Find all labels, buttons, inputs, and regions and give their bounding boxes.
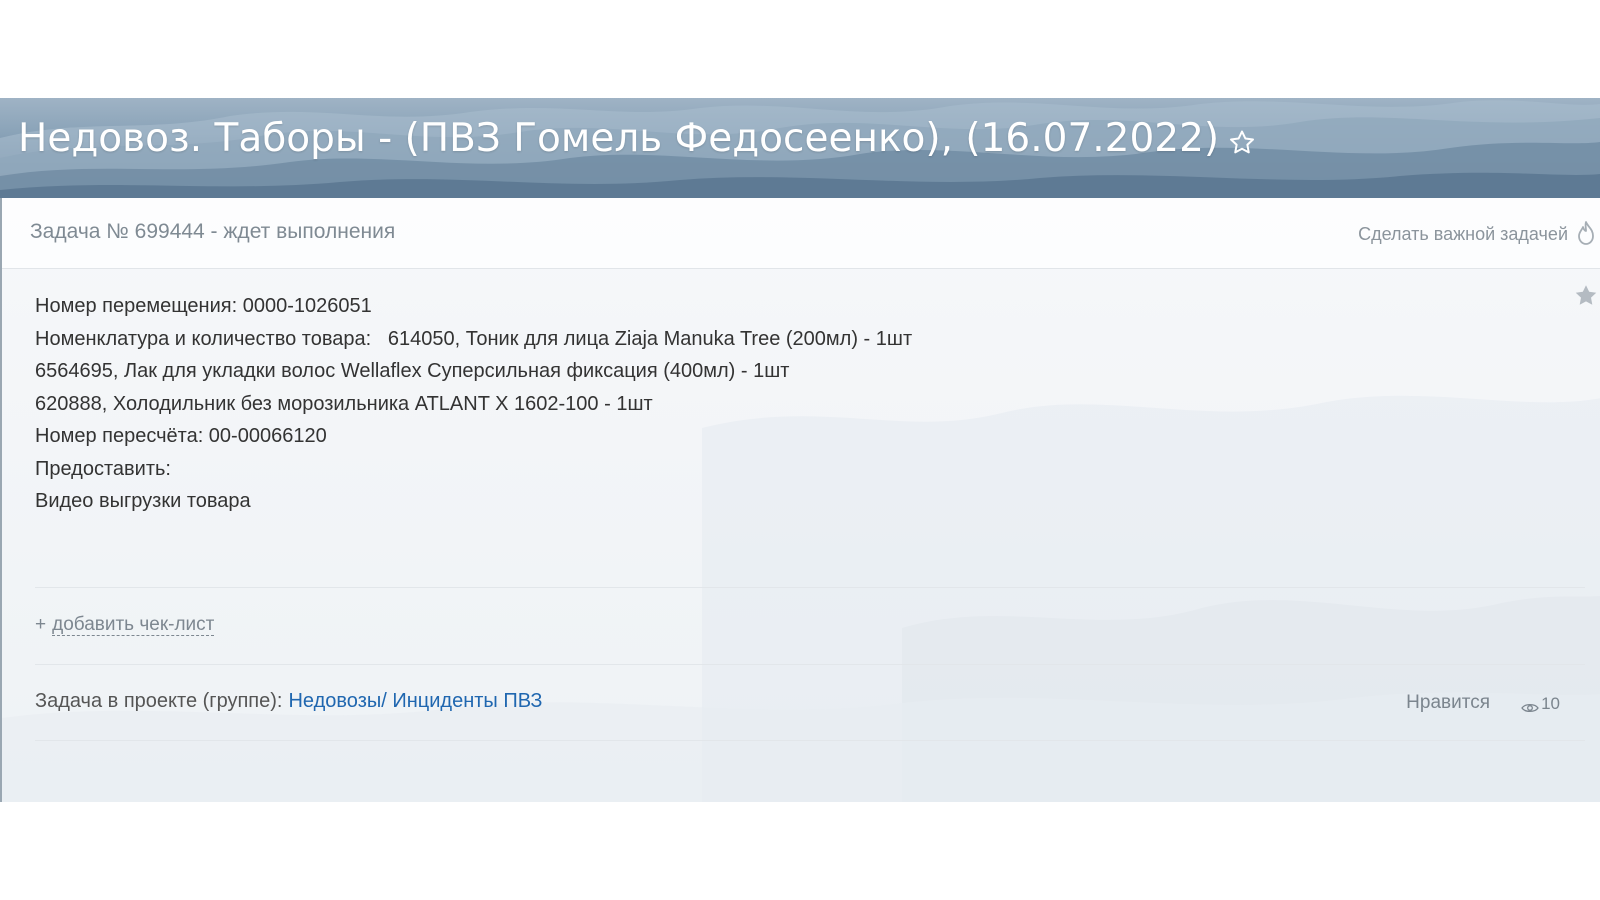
project-row: Задача в проекте (группе): Недовозы/ Инци… bbox=[35, 690, 542, 713]
task-header: Недовоз. Таборы - (ПВЗ Гомель Федосеенко… bbox=[0, 98, 1600, 198]
description-line: Предоставить: bbox=[35, 457, 171, 480]
task-status-bar: Задача № 699444 - ждет выполнения Сделат… bbox=[2, 198, 1600, 269]
checklist-add: + добавить чек-лист bbox=[35, 614, 215, 636]
views-count: 10 bbox=[1541, 694, 1560, 713]
add-checklist-link[interactable]: добавить чек-лист bbox=[52, 614, 215, 636]
like-button[interactable]: Нравится bbox=[1406, 692, 1490, 714]
task-title-text: Недовоз. Таборы - (ПВЗ Гомель Федосеенко… bbox=[18, 116, 1220, 161]
description-line: Номер перемещения: 0000-1026051 bbox=[35, 295, 372, 317]
description-line: 620888, Холодильник без морозильника ATL… bbox=[35, 392, 653, 415]
fire-icon[interactable] bbox=[1576, 220, 1596, 246]
divider bbox=[35, 587, 1585, 588]
task-body: Задача № 699444 - ждет выполнения Сделат… bbox=[0, 198, 1600, 802]
star-outline-icon[interactable] bbox=[1227, 123, 1257, 153]
divider bbox=[35, 740, 1585, 741]
views-counter: 10 bbox=[1521, 694, 1560, 714]
task-description: Номер перемещения: 0000-1026051 Номенкла… bbox=[35, 290, 912, 518]
project-label: Задача в проекте (группе): bbox=[35, 690, 283, 712]
make-important-button[interactable]: Сделать важной задачей bbox=[1358, 224, 1568, 245]
task-frame: Недовоз. Таборы - (ПВЗ Гомель Федосеенко… bbox=[0, 98, 1600, 802]
eye-icon bbox=[1521, 699, 1539, 712]
description-line: 6564695, Лак для укладки волос Wellaflex… bbox=[35, 360, 790, 382]
divider bbox=[35, 664, 1585, 665]
description-line: Номенклатура и количество товара: 614050… bbox=[35, 327, 913, 350]
star-icon[interactable] bbox=[1572, 282, 1600, 310]
task-status: Задача № 699444 - ждет выполнения bbox=[30, 220, 396, 243]
plus-icon: + bbox=[35, 614, 47, 635]
description-line: Видео выгрузки товара bbox=[35, 490, 251, 512]
task-title: Недовоз. Таборы - (ПВЗ Гомель Федосеенко… bbox=[18, 116, 1257, 161]
project-link[interactable]: Недовозы/ Инциденты ПВЗ bbox=[288, 690, 542, 712]
description-line: Номер пересчёта: 00-00066120 bbox=[35, 425, 327, 447]
